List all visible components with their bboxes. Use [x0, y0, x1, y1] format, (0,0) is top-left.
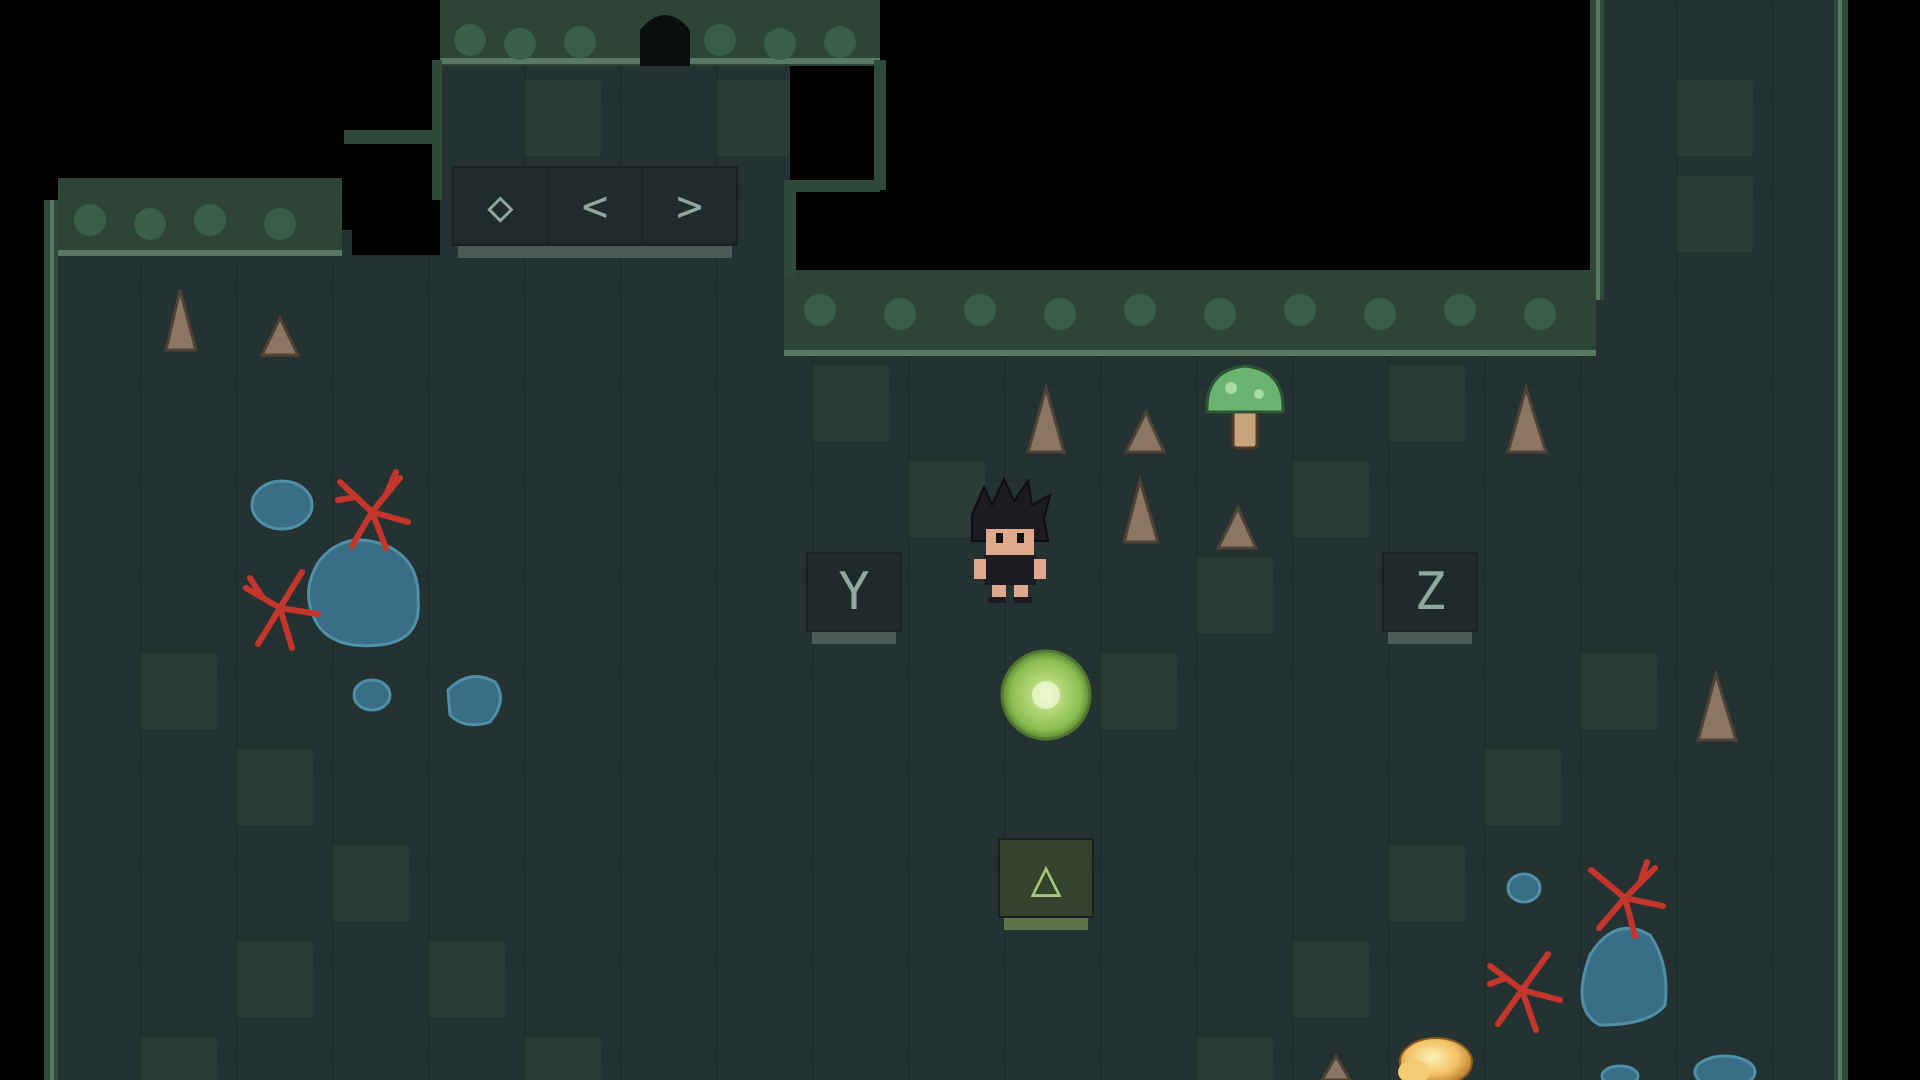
- glyph-z: Z: [1414, 562, 1446, 622]
- glyph-tile-triangle[interactable]: △: [998, 838, 1094, 934]
- diamond-button[interactable]: ◇: [454, 168, 549, 244]
- chevron-right-icon: >: [676, 180, 703, 232]
- glyph-y: Y: [838, 562, 870, 622]
- game-scene: [0, 0, 1920, 1080]
- right-button[interactable]: >: [643, 168, 736, 244]
- diamond-icon: ◇: [487, 180, 514, 232]
- panel-base: [458, 246, 732, 258]
- archway[interactable]: [640, 15, 690, 66]
- triangle-icon: △: [1030, 848, 1062, 908]
- tile-base: [812, 632, 896, 644]
- glyph-tile-z[interactable]: Z: [1382, 552, 1478, 648]
- control-panel: ◇ < >: [452, 166, 738, 262]
- glowing-orb[interactable]: [1000, 649, 1092, 741]
- glyph-tile-y[interactable]: Y: [806, 552, 902, 648]
- chevron-left-icon: <: [581, 180, 609, 232]
- tile-base: [1388, 632, 1472, 644]
- tile-base: [1004, 918, 1088, 930]
- left-button[interactable]: <: [549, 168, 644, 244]
